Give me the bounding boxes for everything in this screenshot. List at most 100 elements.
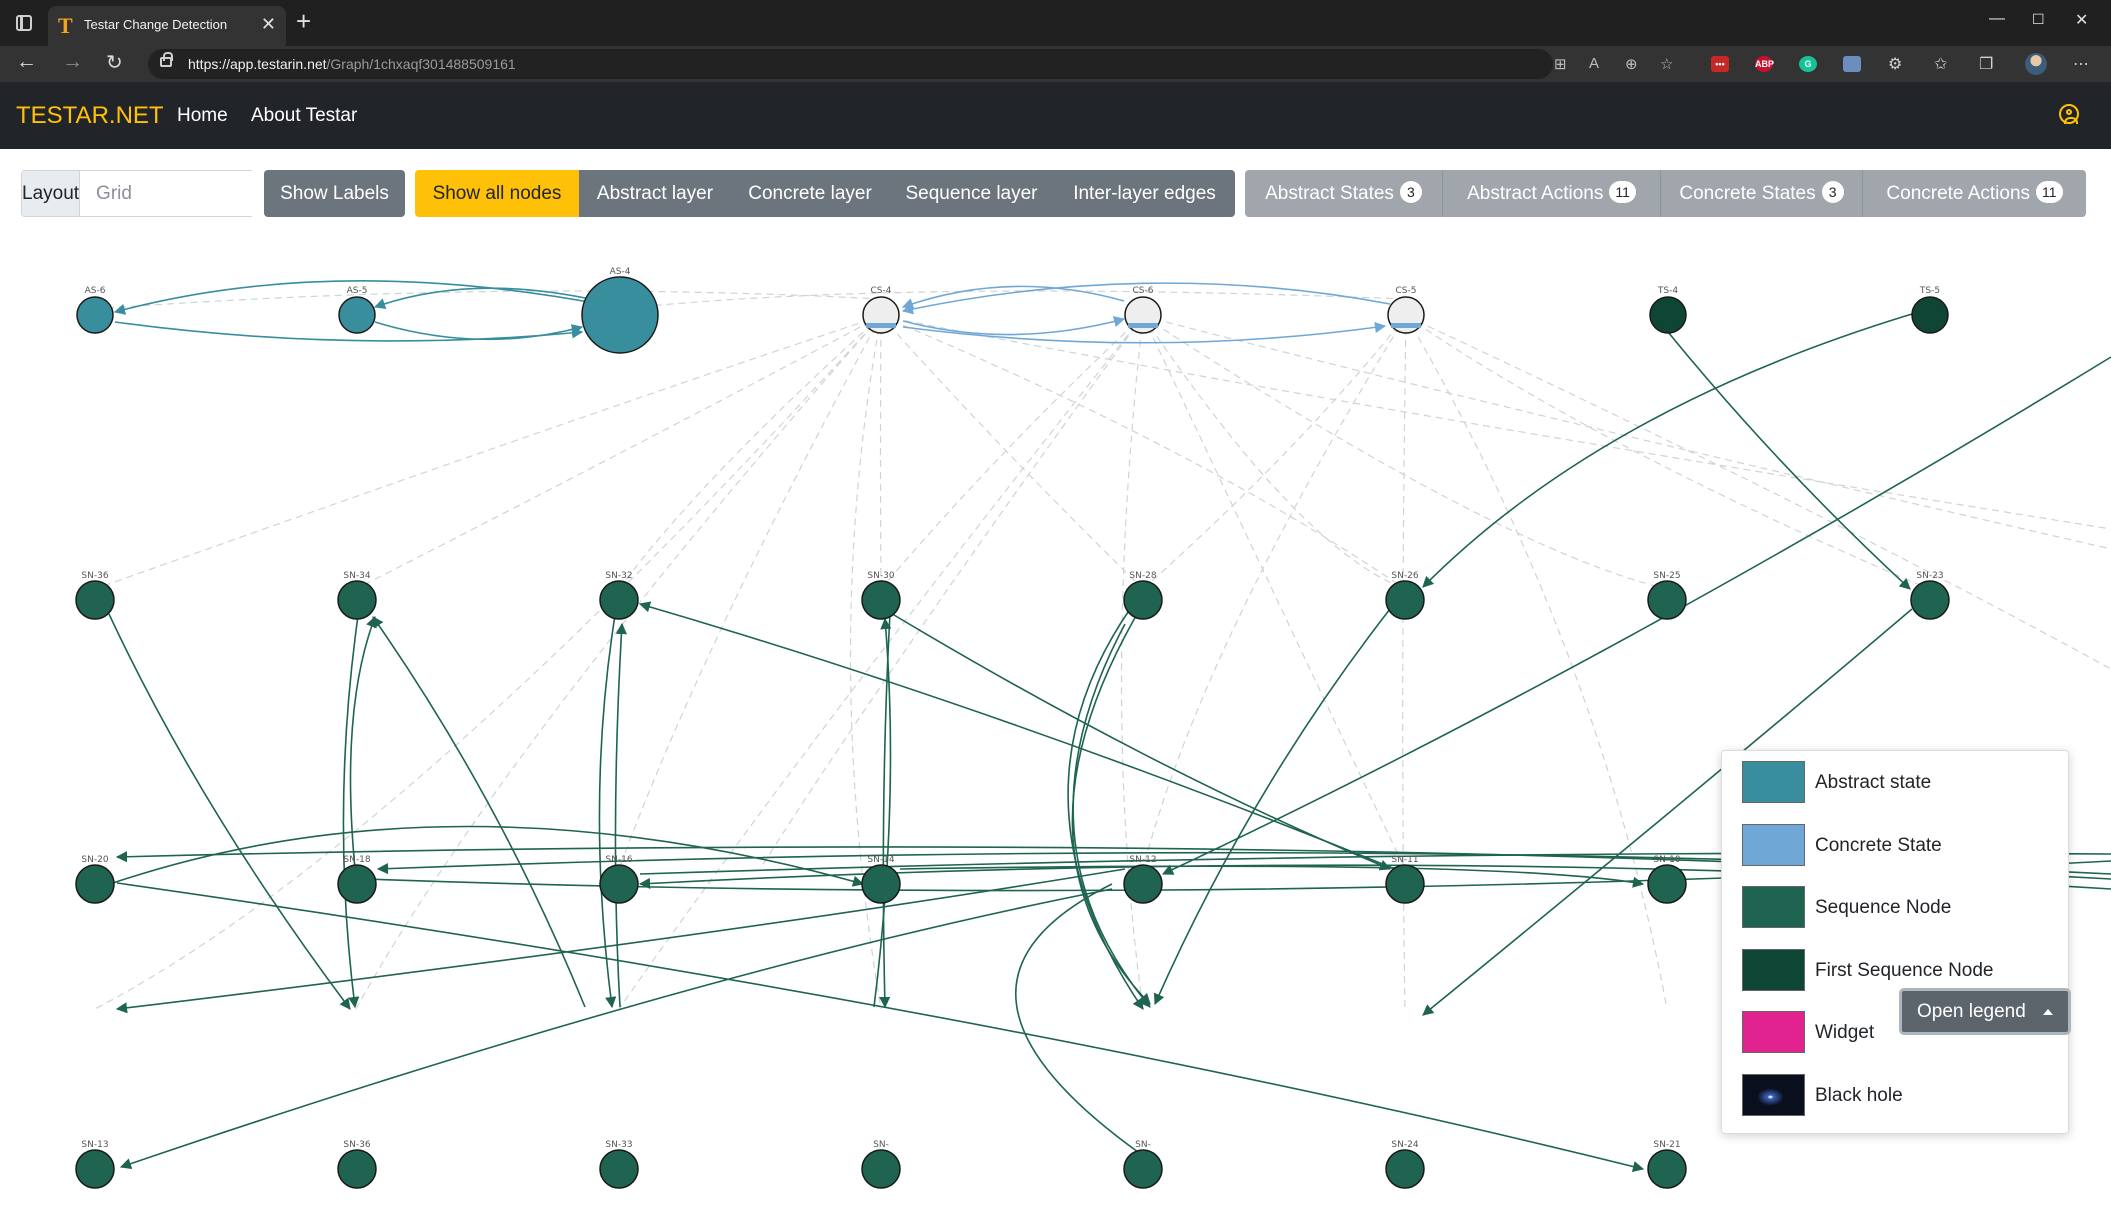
profile-avatar[interactable] [2025, 53, 2047, 75]
count-badge: 11 [1609, 181, 1636, 203]
testar-favicon-icon: T [58, 13, 73, 38]
brand-logo[interactable]: TESTAR.NET [16, 102, 164, 130]
node-sn-20[interactable] [75, 864, 115, 904]
node-sn-11[interactable] [1385, 864, 1425, 904]
browser-window: T Testar Change Detection ✕ + — ☐ ✕ ← → … [0, 0, 2111, 1207]
extensions-icon[interactable]: ⚙ [1888, 54, 1902, 74]
grammarly-icon[interactable]: G [1799, 56, 1817, 72]
count-badge: 11 [2036, 181, 2063, 203]
node-sn-a[interactable] [861, 1149, 901, 1189]
node-sn-21[interactable] [1647, 1149, 1687, 1189]
filter-show-all-nodes[interactable]: Show all nodes [415, 170, 579, 217]
read-aloud-icon[interactable]: A [1589, 55, 1599, 72]
node-label: SN-33 [605, 1140, 632, 1150]
node-label: CS-4 [871, 286, 892, 296]
close-window-icon[interactable]: ✕ [2075, 10, 2088, 30]
abstract-states-count-button[interactable]: Abstract States 3 [1245, 170, 1442, 217]
legend-item: Concrete State [1742, 824, 2062, 866]
browser-toolbar: ← → ↻ https://app.testarin.net/Graph/1ch… [0, 46, 2111, 82]
abstract-actions-count-button[interactable]: Abstract Actions 11 [1442, 170, 1660, 217]
new-tab-icon[interactable]: + [296, 8, 311, 34]
tab-title: Testar Change Detection [84, 17, 228, 32]
node-label: SN-32 [605, 571, 632, 581]
node-sn-33[interactable] [599, 1149, 639, 1189]
concrete-actions-count-button[interactable]: Concrete Actions 11 [1862, 170, 2086, 217]
browser-tab[interactable]: T Testar Change Detection ✕ [48, 6, 286, 46]
node-label: SN-18 [343, 855, 370, 865]
back-icon[interactable]: ← [16, 50, 37, 74]
node-label: SN- [873, 1140, 889, 1150]
node-ts-5[interactable] [1911, 296, 1949, 334]
tab-strip: T Testar Change Detection ✕ + — ☐ ✕ [0, 0, 2111, 46]
node-label: SN-26 [1391, 571, 1418, 581]
legend-item: Abstract state [1742, 761, 2062, 803]
filter-concrete-layer[interactable]: Concrete layer [731, 170, 889, 217]
more-icon[interactable]: ⋯ [2073, 54, 2089, 74]
filter-inter-layer-edges[interactable]: Inter-layer edges [1054, 170, 1235, 217]
favorites-icon[interactable]: ✩ [1934, 54, 1947, 74]
node-as-6[interactable] [76, 296, 114, 334]
node-sn-32[interactable] [599, 580, 639, 620]
extension-blue-icon[interactable] [1843, 56, 1861, 72]
node-sn-24[interactable] [1385, 1149, 1425, 1189]
legend-item: Black hole [1742, 1074, 2062, 1116]
abstract-state-swatch [1742, 761, 1805, 803]
url-path: /Graph/1chxaqf301488509161 [326, 56, 516, 72]
node-sn-36b[interactable] [337, 1149, 377, 1189]
legend-item: Sequence Node [1742, 886, 2062, 928]
collections-icon[interactable]: ❐ [1979, 54, 1993, 74]
node-label: SN-24 [1391, 1140, 1418, 1150]
node-sn-18[interactable] [337, 864, 377, 904]
filter-sequence-layer[interactable]: Sequence layer [889, 170, 1054, 217]
minimize-icon[interactable]: — [1989, 10, 2005, 28]
favorite-add-icon[interactable]: ☆ [1660, 55, 1673, 73]
node-sn-10[interactable] [1647, 864, 1687, 904]
address-bar[interactable]: https://app.testarin.net/Graph/1chxaqf30… [148, 49, 1673, 79]
layout-label: Layout [22, 171, 81, 216]
concrete-states-count-button[interactable]: Concrete States 3 [1660, 170, 1862, 217]
node-sn-12[interactable] [1123, 864, 1163, 904]
forward-icon[interactable]: → [62, 50, 83, 74]
tab-close-icon[interactable]: ✕ [261, 14, 276, 35]
node-sn-28[interactable] [1123, 580, 1163, 620]
concrete-state-swatch [1742, 824, 1805, 866]
legend-label: First Sequence Node [1815, 960, 1994, 981]
caret-up-icon [2043, 1009, 2053, 1015]
adblock-icon[interactable]: ABP [1755, 56, 1774, 72]
node-sn-26[interactable] [1385, 580, 1425, 620]
node-sn-13[interactable] [75, 1149, 115, 1189]
filter-abstract-layer[interactable]: Abstract layer [579, 170, 731, 217]
reload-icon[interactable]: ↻ [106, 50, 123, 75]
layout-input-group: Layout [21, 170, 342, 217]
node-sn-34[interactable] [337, 580, 377, 620]
sidebar-toggle-icon[interactable] [16, 15, 32, 31]
nav-about[interactable]: About Testar [251, 105, 357, 127]
node-sn-b[interactable] [1123, 1149, 1163, 1189]
node-sn-16[interactable] [599, 864, 639, 904]
show-labels-button[interactable]: Show Labels [264, 170, 405, 217]
node-label: SN-36 [343, 1140, 370, 1150]
node-sn-25[interactable] [1647, 580, 1687, 620]
maximize-icon[interactable]: ☐ [2032, 11, 2045, 28]
user-account-icon[interactable] [2059, 104, 2079, 124]
first-sequence-node-swatch [1742, 949, 1805, 991]
node-label: SN-28 [1129, 571, 1156, 581]
app-available-icon[interactable]: ⊞ [1554, 55, 1567, 73]
node-sn-23[interactable] [1910, 580, 1950, 620]
node-sn-14[interactable] [861, 864, 901, 904]
node-label: AS-5 [347, 286, 368, 296]
legend-label: Widget [1815, 1022, 1875, 1043]
sequence-node-swatch [1742, 886, 1805, 928]
node-as-4[interactable] [581, 276, 659, 354]
zoom-icon[interactable]: ⊕ [1625, 55, 1638, 73]
open-legend-button[interactable]: Open legend [1899, 988, 2071, 1035]
node-sn-30[interactable] [861, 580, 901, 620]
extension-red-icon[interactable]: ••• [1711, 56, 1729, 72]
node-label: SN-11 [1391, 855, 1418, 865]
node-sn-36[interactable] [75, 580, 115, 620]
node-as-5[interactable] [338, 296, 376, 334]
graph-nodes[interactable] [75, 276, 1950, 1189]
node-ts-4[interactable] [1649, 296, 1687, 334]
nav-home[interactable]: Home [177, 105, 228, 127]
legend-label: Black hole [1815, 1085, 1903, 1106]
